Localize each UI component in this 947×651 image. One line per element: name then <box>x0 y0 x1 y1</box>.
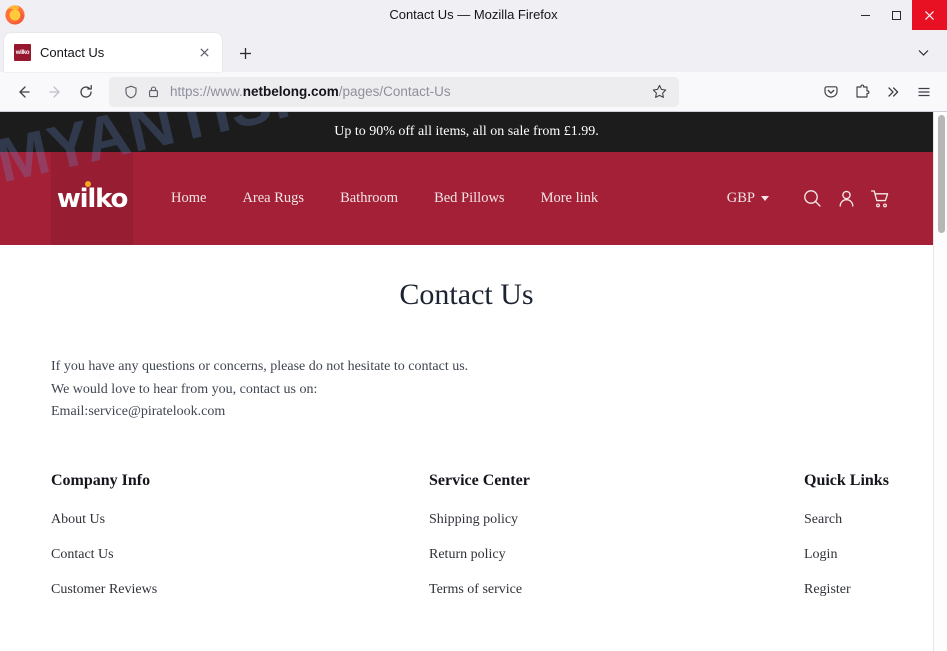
navigation-toolbar: https://www.netbelong.com/pages/Contact-… <box>0 72 947 112</box>
web-page: Up to 90% off all items, all on sale fro… <box>0 112 933 617</box>
footer-column-company-info: Company Info About Us Contact Us Custome… <box>51 472 429 617</box>
window-title: Contact Us — Mozilla Firefox <box>389 7 558 22</box>
minimize-button[interactable] <box>850 0 881 30</box>
forward-button[interactable] <box>39 76 70 107</box>
contact-line-1: If you have any questions or concerns, p… <box>51 359 469 374</box>
footer-link-register[interactable]: Register <box>804 582 889 598</box>
nav-item-bathroom[interactable]: Bathroom <box>340 190 398 207</box>
app-menu-icon[interactable] <box>908 76 939 107</box>
header-actions: GBP <box>727 182 897 216</box>
page-viewport: Up to 90% off all items, all on sale fro… <box>0 112 947 651</box>
padlock-icon[interactable] <box>144 82 163 101</box>
list-all-tabs-icon[interactable] <box>909 38 937 66</box>
tracking-protection-shield-icon[interactable] <box>121 82 140 101</box>
currency-label: GBP <box>726 190 755 206</box>
logo-text: wilko <box>56 183 129 214</box>
nav-item-bed-pillows[interactable]: Bed Pillows <box>434 190 505 207</box>
nav-item-home[interactable]: Home <box>171 190 206 207</box>
reload-button[interactable] <box>70 76 101 107</box>
footer-heading-quick-links: Quick Links <box>804 471 889 489</box>
tab-title: Contact Us <box>40 45 105 60</box>
logo-wordmark: wilko <box>56 180 129 214</box>
toolbar-icons <box>815 76 939 107</box>
overflow-menu-icon[interactable] <box>877 76 908 107</box>
address-bar[interactable]: https://www.netbelong.com/pages/Contact-… <box>109 76 679 107</box>
announcement-text: Up to 90% off all items, all on sale fro… <box>334 124 599 139</box>
search-icon[interactable] <box>795 182 829 216</box>
footer-link-terms-of-service[interactable]: Terms of service <box>429 582 804 598</box>
footer-heading-service-center: Service Center <box>429 471 530 489</box>
contact-line-2: We would love to hear from you, contact … <box>51 381 318 397</box>
footer-link-customer-reviews[interactable]: Customer Reviews <box>51 582 429 598</box>
footer-link-login[interactable]: Login <box>804 547 889 563</box>
url-text[interactable]: https://www.netbelong.com/pages/Contact-… <box>170 84 647 99</box>
footer-column-service-center: Service Center Shipping policy Return po… <box>429 472 804 617</box>
pocket-icon[interactable] <box>815 76 846 107</box>
main-navigation: Home Area Rugs Bathroom Bed Pillows More… <box>171 190 634 207</box>
footer-column-quick-links: Quick Links Search Login Register <box>804 472 889 617</box>
footer-link-contact-us[interactable]: Contact Us <box>51 547 429 563</box>
footer-link-search[interactable]: Search <box>804 512 889 528</box>
tab-favicon-icon: wilko <box>14 44 31 61</box>
footer-heading-company-info: Company Info <box>51 471 151 489</box>
bookmark-star-icon[interactable] <box>647 80 671 104</box>
nav-item-area-rugs[interactable]: Area Rugs <box>242 190 304 207</box>
site-logo[interactable]: wilko <box>51 152 133 245</box>
nav-item-more-link[interactable]: More link <box>541 190 599 207</box>
maximize-button[interactable] <box>881 0 912 30</box>
cart-icon[interactable] <box>863 182 897 216</box>
new-tab-button[interactable] <box>230 38 260 68</box>
close-window-button[interactable] <box>912 0 947 30</box>
page-content: Contact Us If you have any questions or … <box>0 245 933 423</box>
currency-selector[interactable]: GBP <box>727 190 769 207</box>
chevron-down-icon <box>761 196 769 201</box>
announcement-bar: Up to 90% off all items, all on sale fro… <box>0 112 933 152</box>
contact-email-line: Email:service@piratelook.com <box>51 404 226 420</box>
browser-tab[interactable]: wilko Contact Us <box>4 33 222 72</box>
window-controls <box>850 0 947 30</box>
url-host: netbelong.com <box>242 84 339 99</box>
url-prefix: https://www. <box>170 84 243 99</box>
site-footer: Company Info About Us Contact Us Custome… <box>0 423 933 617</box>
logo-dot-icon <box>84 180 91 187</box>
extensions-icon[interactable] <box>846 76 877 107</box>
tab-strip: wilko Contact Us <box>0 30 947 72</box>
firefox-window: Contact Us — Mozilla Firefox wilko Conta… <box>0 0 947 651</box>
footer-link-return-policy[interactable]: Return policy <box>429 547 804 563</box>
footer-link-about-us[interactable]: About Us <box>51 512 429 528</box>
back-button[interactable] <box>8 76 39 107</box>
title-bar: Contact Us — Mozilla Firefox <box>0 0 947 30</box>
page-title: Contact Us <box>399 278 534 311</box>
contact-details: If you have any questions or concerns, p… <box>0 356 933 423</box>
page-scrollbar[interactable] <box>933 112 947 651</box>
url-path: /pages/Contact-Us <box>338 84 451 99</box>
scrollbar-thumb[interactable] <box>938 115 945 233</box>
favicon-mark: wilko <box>15 49 30 56</box>
footer-link-shipping-policy[interactable]: Shipping policy <box>429 512 804 528</box>
account-icon[interactable] <box>829 182 863 216</box>
site-header: wilko Home Area Rugs Bathroom Bed Pillow… <box>0 152 933 245</box>
firefox-logo-icon <box>2 1 30 29</box>
tab-close-icon[interactable] <box>194 43 214 63</box>
